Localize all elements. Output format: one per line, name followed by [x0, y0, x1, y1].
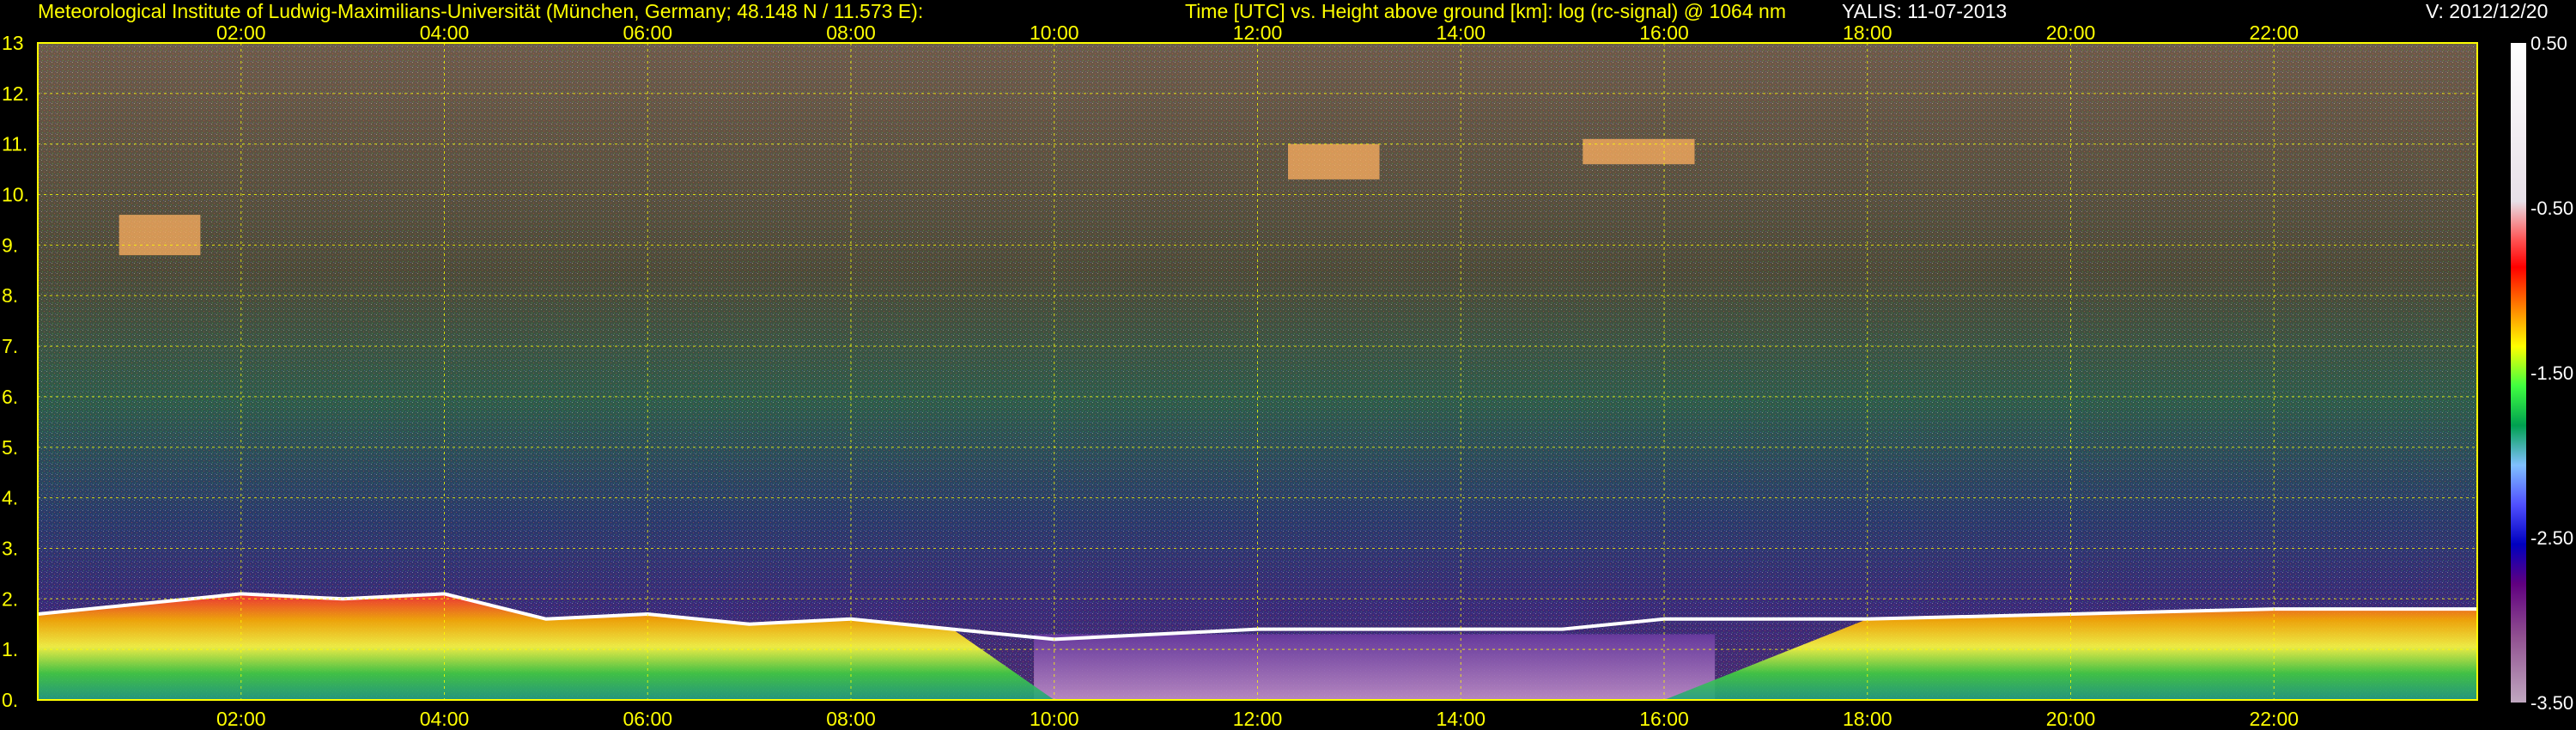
colorbar-tick-label: 0.50	[2530, 33, 2567, 54]
y-tick-label: 7.	[2, 335, 18, 357]
y-tick-label: 13	[2, 32, 24, 54]
cirrus-layer-3	[1583, 138, 1695, 165]
x-tick-label-top: 04:00	[420, 21, 470, 44]
afternoon-low-signal-region	[1034, 634, 1716, 700]
x-tick-label-top: 06:00	[623, 21, 672, 44]
cirrus-layer-1	[118, 215, 201, 256]
x-tick-label-bottom: 18:00	[1843, 708, 1893, 730]
x-tick-label-bottom: 02:00	[216, 708, 266, 730]
y-tick-label: 2.	[2, 587, 18, 610]
y-tick-label: 1.	[2, 638, 18, 660]
x-tick-label-bottom: 16:00	[1639, 708, 1689, 730]
x-tick-label-bottom: 20:00	[2046, 708, 2096, 730]
colorbar-tick-label: -0.50	[2530, 198, 2573, 219]
x-tick-label-bottom: 14:00	[1436, 708, 1485, 730]
x-tick-label-top: 12:00	[1233, 21, 1283, 44]
x-tick-label-bottom: 04:00	[420, 708, 470, 730]
x-tick-label-top: 10:00	[1030, 21, 1079, 44]
x-tick-label-top: 02:00	[216, 21, 266, 44]
x-tick-label-top: 18:00	[1843, 21, 1893, 44]
colorbar	[2511, 43, 2526, 703]
y-tick-label: 11.	[2, 133, 27, 155]
x-tick-label-bottom: 12:00	[1233, 708, 1283, 730]
y-tick-label: 5.	[2, 436, 18, 459]
x-tick-label-bottom: 08:00	[826, 708, 876, 730]
x-tick-label-top: 14:00	[1436, 21, 1485, 44]
cirrus-layer-2	[1288, 143, 1380, 179]
x-tick-label-bottom: 06:00	[623, 708, 672, 730]
colorbar-tick-label: -3.50	[2530, 692, 2573, 714]
colorbar-tick-label: -2.50	[2530, 527, 2573, 549]
y-tick-label: 0.	[2, 689, 18, 711]
x-tick-label-bottom: 10:00	[1030, 708, 1079, 730]
y-tick-label: 10.	[2, 184, 29, 206]
x-tick-label-top: 22:00	[2249, 21, 2299, 44]
y-tick-label: 8.	[2, 284, 18, 307]
plot-area	[37, 42, 2478, 701]
x-tick-label-top: 20:00	[2046, 21, 2096, 44]
y-tick-label: 9.	[2, 234, 18, 256]
x-tick-label-top: 08:00	[826, 21, 876, 44]
y-tick-label: 12.	[2, 82, 29, 105]
y-tick-label: 4.	[2, 487, 18, 509]
y-tick-label: 3.	[2, 537, 18, 559]
x-tick-label-top: 16:00	[1639, 21, 1689, 44]
y-tick-label: 6.	[2, 386, 18, 408]
colorbar-tick-label: -1.50	[2530, 362, 2573, 384]
lidar-heatmap-chart: 02:00 04:00 06:00 08:00 10:00 12:00 14:00 16:00…	[2, 21, 2573, 730]
x-tick-label-bottom: 22:00	[2249, 708, 2299, 730]
